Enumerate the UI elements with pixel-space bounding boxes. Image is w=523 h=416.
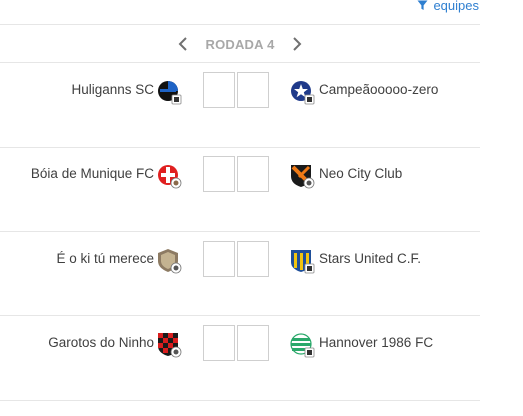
- away-team-name[interactable]: Stars United C.F.: [319, 251, 421, 266]
- match-row: É o ki tú merece Stars United C.F.: [0, 241, 480, 281]
- away-score-input[interactable]: [237, 325, 269, 361]
- teams-filter-link[interactable]: equipes: [417, 0, 479, 13]
- chevron-right-icon: [292, 37, 301, 51]
- divider: [0, 24, 480, 25]
- home-team-name[interactable]: É o ki tú merece: [56, 251, 154, 266]
- home-score-input[interactable]: [203, 156, 235, 192]
- away-score-input[interactable]: [237, 156, 269, 192]
- blue-yellow-stripes-crest-icon[interactable]: [290, 248, 315, 274]
- home-team-name[interactable]: Garotos do Ninho: [48, 335, 154, 350]
- match-row: Bóia de Munique FC Neo City Club: [0, 156, 480, 196]
- divider: [0, 231, 480, 232]
- divider: [0, 400, 480, 401]
- beige-shield-crest-icon[interactable]: [157, 248, 182, 274]
- filter-icon: [417, 0, 428, 11]
- previous-round-button[interactable]: [175, 33, 191, 55]
- blue-star-crest-icon[interactable]: [290, 79, 315, 105]
- orange-shield-crest-icon[interactable]: [290, 163, 315, 189]
- round-navigator: RODADA 4: [0, 33, 480, 55]
- red-cross-crest-icon[interactable]: [157, 163, 182, 189]
- red-black-checkered-crest-icon[interactable]: [157, 332, 182, 358]
- away-team-name[interactable]: Campeãooooo-zero: [319, 82, 438, 97]
- home-team-name[interactable]: Huliganns SC: [71, 82, 154, 97]
- match-row: Garotos do Ninho Hannover 1986 FC: [0, 325, 480, 365]
- away-team-name[interactable]: Neo City Club: [319, 166, 402, 181]
- home-score-input[interactable]: [203, 325, 235, 361]
- home-score-input[interactable]: [203, 241, 235, 277]
- home-score-input[interactable]: [203, 72, 235, 108]
- home-team-name[interactable]: Bóia de Munique FC: [31, 166, 154, 181]
- match-row: Huliganns SC Campeãooooo-zero: [0, 72, 480, 112]
- green-hoops-crest-icon[interactable]: [290, 332, 315, 358]
- away-score-input[interactable]: [237, 72, 269, 108]
- divider: [0, 62, 480, 63]
- divider: [0, 315, 480, 316]
- filter-label: equipes: [433, 0, 479, 13]
- black-blue-crest-icon[interactable]: [157, 79, 182, 105]
- away-team-name[interactable]: Hannover 1986 FC: [319, 335, 433, 350]
- next-round-button[interactable]: [289, 33, 305, 55]
- away-score-input[interactable]: [237, 241, 269, 277]
- round-label: RODADA 4: [205, 36, 275, 52]
- round-fixtures-panel: equipes RODADA 4 Huliganns SC Campeãoooo…: [0, 0, 523, 416]
- chevron-left-icon: [179, 37, 188, 51]
- divider: [0, 147, 480, 148]
